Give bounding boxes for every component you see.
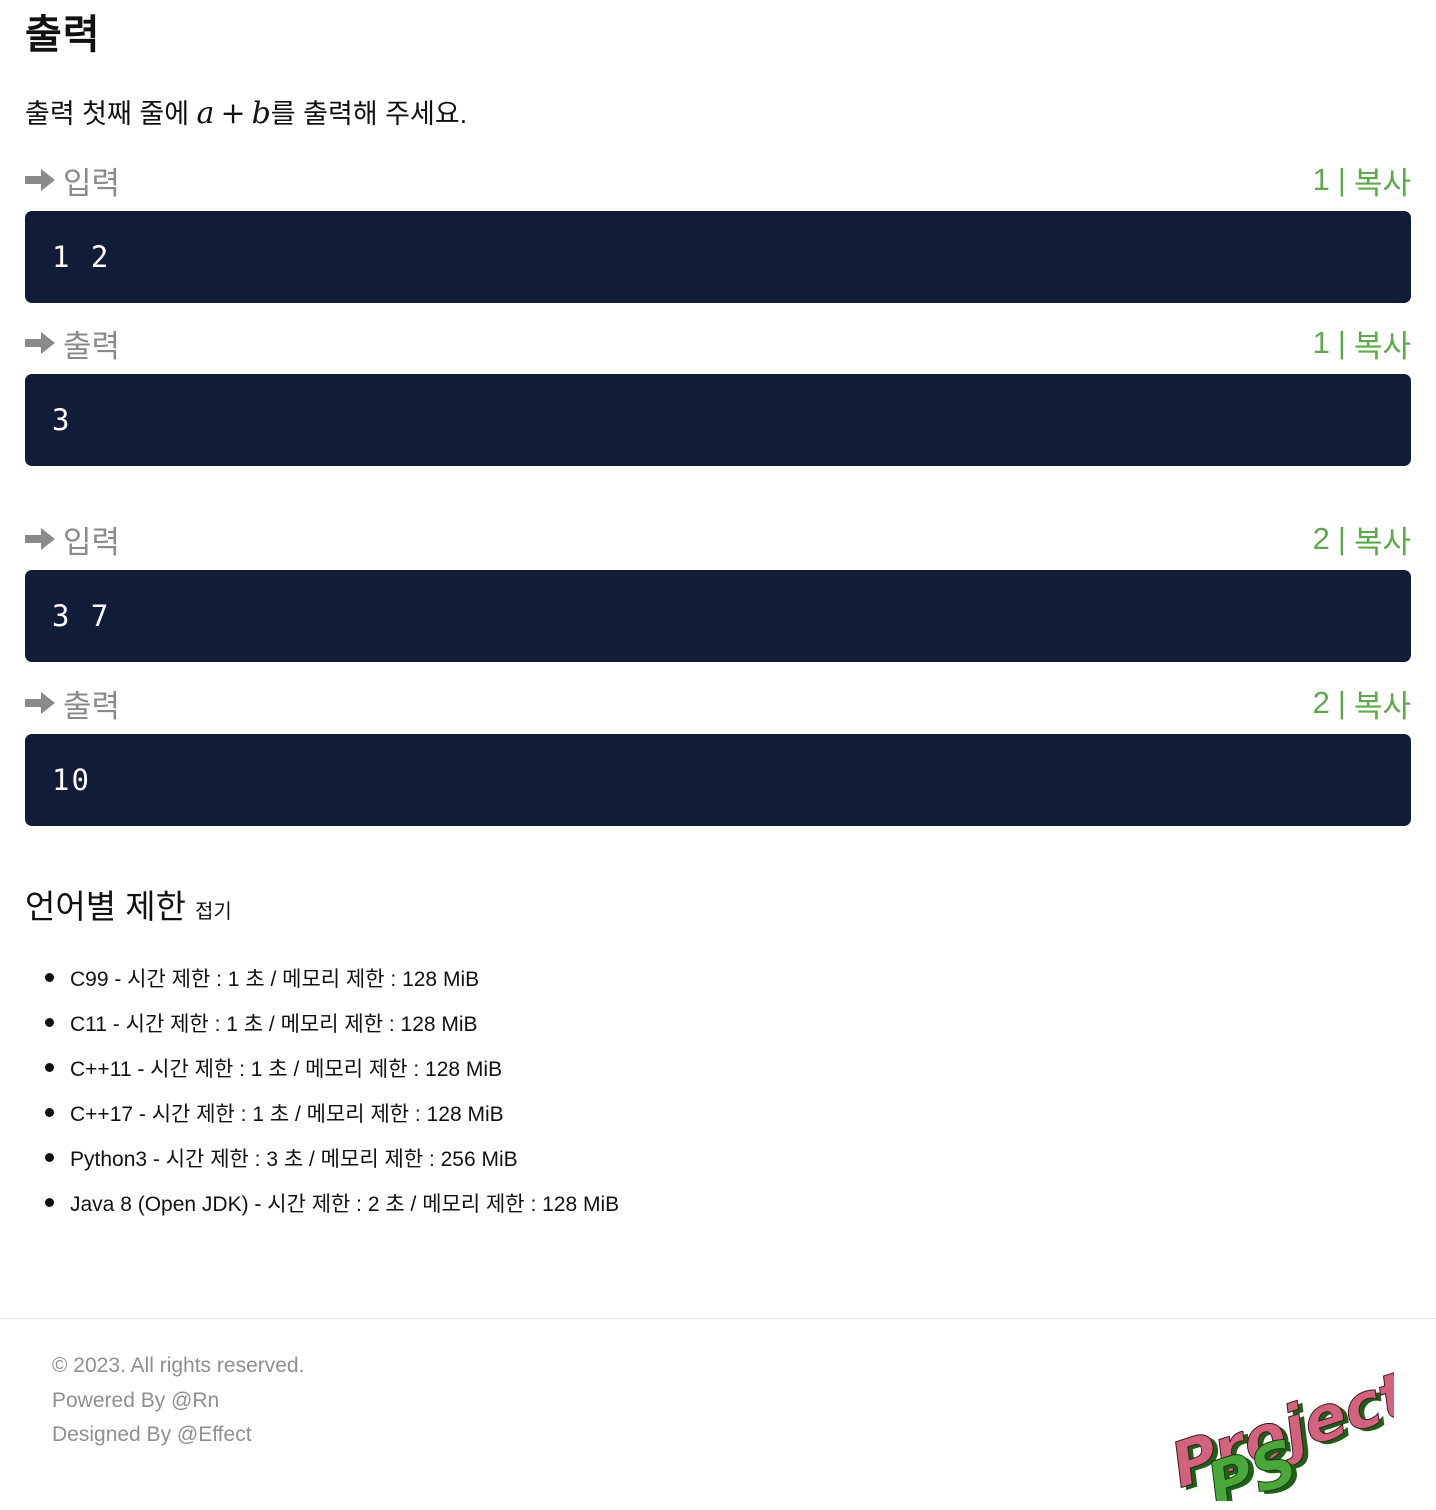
- list-item: C99 - 시간 제한 : 1 초 / 메모리 제한 : 128 MiB: [45, 955, 619, 1000]
- list-item: C++17 - 시간 제한 : 1 초 / 메모리 제한 : 128 MiB: [45, 1090, 619, 1135]
- limit-text: C++17 - 시간 제한 : 1 초 / 메모리 제한 : 128 MiB: [70, 1102, 504, 1126]
- math-var-b: b: [251, 96, 271, 131]
- list-item: Java 8 (Open JDK) - 시간 제한 : 2 초 / 메모리 제한…: [45, 1180, 619, 1225]
- output-description: 출력 첫째 줄에 a + b를 출력해 주세요.: [25, 96, 467, 132]
- math-operator: +: [220, 96, 246, 131]
- copy-separator: |: [1337, 325, 1346, 360]
- description-prefix: 출력 첫째 줄에: [25, 99, 197, 129]
- sample-1-input-box: 1 2: [25, 211, 1411, 303]
- description-suffix: 를 출력해 주세요.: [270, 99, 468, 129]
- sample-output-label: 출력: [63, 688, 121, 724]
- sample-output-label: 출력: [63, 328, 121, 364]
- copy-button[interactable]: 2 | 복사: [1313, 517, 1411, 562]
- sample-2-output-header: 출력 2 | 복사: [25, 681, 1411, 726]
- sample-2-input-box: 3 7: [25, 570, 1411, 662]
- copy-button[interactable]: 1 | 복사: [1313, 158, 1411, 203]
- bullet-icon: [45, 1108, 54, 1117]
- list-item: C11 - 시간 제한 : 1 초 / 메모리 제한 : 128 MiB: [45, 1000, 619, 1045]
- math-var-a: a: [196, 96, 215, 131]
- sample-2-output-box: 10: [25, 734, 1411, 826]
- sample-1-input-header: 입력 1 | 복사: [25, 158, 1411, 203]
- bullet-icon: [45, 973, 54, 982]
- arrow-right-icon: [25, 332, 55, 354]
- footer-info: © 2023. All rights reserved. Powered By …: [52, 1349, 304, 1453]
- sample-input-label: 입력: [63, 165, 121, 201]
- copy-label: 복사: [1353, 328, 1411, 364]
- arrow-right-icon: [25, 169, 55, 191]
- copy-label: 복사: [1353, 688, 1411, 724]
- copy-button[interactable]: 1 | 복사: [1313, 321, 1411, 366]
- section-title: 출력: [25, 13, 101, 57]
- copy-index: 2: [1312, 685, 1330, 720]
- limit-text: Python3 - 시간 제한 : 3 초 / 메모리 제한 : 256 MiB: [70, 1147, 518, 1171]
- list-item: C++11 - 시간 제한 : 1 초 / 메모리 제한 : 128 MiB: [45, 1045, 619, 1090]
- bullet-icon: [45, 1198, 54, 1207]
- copy-label: 복사: [1353, 524, 1411, 560]
- copy-label: 복사: [1353, 165, 1411, 201]
- copy-button[interactable]: 2 | 복사: [1313, 681, 1411, 726]
- copy-index: 2: [1312, 521, 1330, 556]
- list-item: Python3 - 시간 제한 : 3 초 / 메모리 제한 : 256 MiB: [45, 1135, 619, 1180]
- copy-separator: |: [1337, 521, 1346, 556]
- sample-2-input-header: 입력 2 | 복사: [25, 517, 1411, 562]
- arrow-right-icon: [25, 692, 55, 714]
- copy-separator: |: [1337, 685, 1346, 720]
- language-limits-list: C99 - 시간 제한 : 1 초 / 메모리 제한 : 128 MiB C11…: [45, 955, 619, 1225]
- language-limits-header: 언어별 제한 접기: [25, 880, 232, 928]
- project-ps-logo[interactable]: Project Project PS PS: [1158, 1341, 1394, 1501]
- limit-text: C99 - 시간 제한 : 1 초 / 메모리 제한 : 128 MiB: [70, 967, 480, 991]
- bullet-icon: [45, 1153, 54, 1162]
- collapse-toggle[interactable]: 접기: [195, 895, 232, 924]
- footer-designed-by: Designed By @Effect: [52, 1423, 252, 1446]
- limit-text: C++11 - 시간 제한 : 1 초 / 메모리 제한 : 128 MiB: [70, 1057, 503, 1081]
- limit-text: Java 8 (Open JDK) - 시간 제한 : 2 초 / 메모리 제한…: [70, 1192, 620, 1216]
- arrow-right-icon: [25, 528, 55, 550]
- sample-1-output-header: 출력 1 | 복사: [25, 321, 1411, 366]
- sample-1-output-box: 3: [25, 374, 1411, 466]
- bullet-icon: [45, 1018, 54, 1027]
- copy-separator: |: [1337, 162, 1346, 197]
- sample-input-label: 입력: [63, 524, 121, 560]
- footer: © 2023. All rights reserved. Powered By …: [0, 1318, 1436, 1510]
- copy-index: 1: [1312, 162, 1330, 197]
- footer-powered-by: Powered By @Rn: [52, 1388, 220, 1412]
- bullet-icon: [45, 1063, 54, 1072]
- copy-index: 1: [1312, 325, 1330, 360]
- limit-text: C11 - 시간 제한 : 1 초 / 메모리 제한 : 128 MiB: [70, 1012, 478, 1036]
- language-limits-title: 언어별 제한: [25, 888, 186, 925]
- footer-copyright: © 2023. All rights reserved.: [52, 1354, 305, 1377]
